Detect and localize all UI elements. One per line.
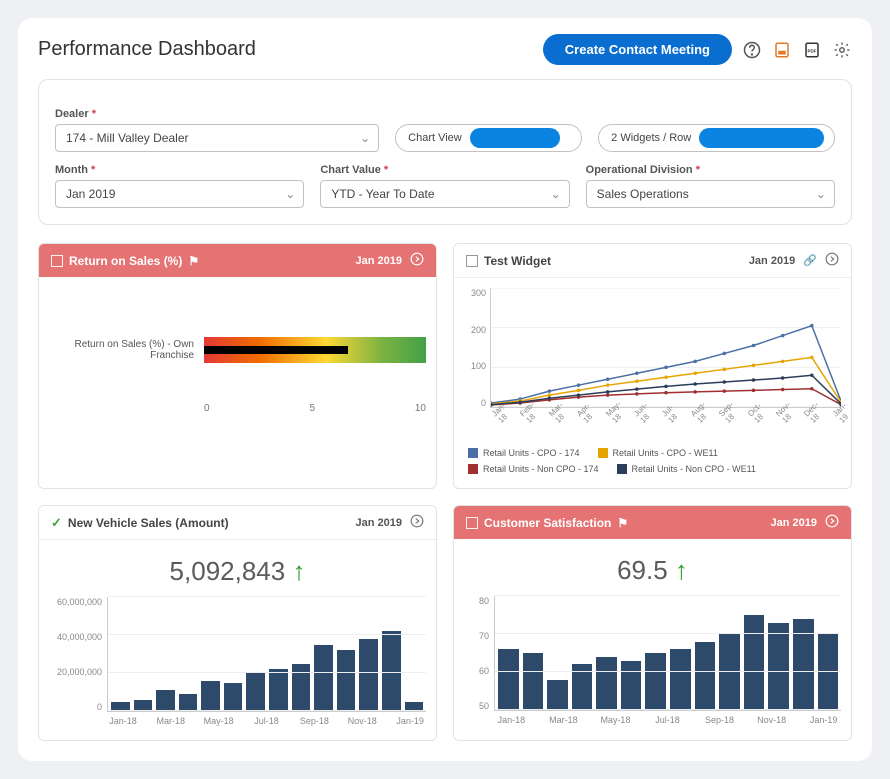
op-division-value: Sales Operations [597,187,689,201]
month-select[interactable]: Jan 2019 ⌄ [55,180,304,208]
legend-item: Retail Units - Non CPO - 174 [483,464,599,474]
widget-header: ✓ New Vehicle Sales (Amount) Jan 2019 [39,506,436,540]
chart-value-select[interactable]: YTD - Year To Date ⌄ [320,180,569,208]
dashboard-card: Performance Dashboard Create Contact Mee… [18,18,872,761]
bullet-axis: 0510 [204,403,426,414]
bar-chart [494,596,841,711]
metric-value: 5,092,843 ↑ [49,556,426,587]
chart-value-label: Chart Value * [320,164,569,176]
expand-icon[interactable] [825,514,839,531]
line-legend: Retail Units - CPO - 174 Retail Units - … [464,448,841,474]
month-value: Jan 2019 [66,187,115,201]
legend-item: Retail Units - Non CPO - WE11 [632,464,756,474]
widget-body: 69.5 ↑ 80706050 Jan-18Mar-18May-18Jul-18… [454,539,851,740]
widget-test: Test Widget Jan 2019 🔗 3002001000 Jan-18… [453,243,852,489]
legend-item: Retail Units - CPO - WE11 [613,448,718,458]
legend-item: Retail Units - CPO - 174 [483,448,580,458]
top-actions: Create Contact Meeting PDF [543,34,852,65]
bar-x-axis: Jan-18Mar-18May-18Jul-18Sep-18Nov-18Jan-… [107,716,426,726]
flag-icon[interactable]: ⚑ [617,516,628,530]
chart-value-value: YTD - Year To Date [331,187,434,201]
bar-y-axis: 80706050 [464,596,494,711]
page-title: Performance Dashboard [38,38,256,61]
bullet-chart [204,337,426,363]
widget-header: Return on Sales (%) ⚑ Jan 2019 [39,244,436,277]
dealer-label: Dealer * [55,108,379,120]
widgets-grid: Return on Sales (%) ⚑ Jan 2019 Return on… [38,243,852,741]
op-division-select[interactable]: Sales Operations ⌄ [586,180,835,208]
metric-value: 69.5 ↑ [464,555,841,586]
widget-header: Test Widget Jan 2019 🔗 [454,244,851,278]
widget-checkbox[interactable] [466,255,478,267]
chart-value-filter: Chart Value * YTD - Year To Date ⌄ [320,164,569,208]
flag-icon[interactable]: ⚑ [188,254,199,268]
chevron-down-icon: ⌄ [285,187,295,201]
widget-new-vehicle-sales: ✓ New Vehicle Sales (Amount) Jan 2019 5,… [38,505,437,741]
link-icon[interactable]: 🔗 [803,254,817,267]
widget-customer-satisfaction: Customer Satisfaction ⚑ Jan 2019 69.5 ↑ … [453,505,852,741]
widget-title: Return on Sales (%) [69,254,182,268]
trend-up-icon: ↑ [292,556,305,586]
expand-icon[interactable] [410,252,424,269]
dealer-value: 174 - Mill Valley Dealer [66,131,189,145]
bar-chart [107,597,426,712]
line-chart [490,288,841,408]
month-filter: Month * Jan 2019 ⌄ [55,164,304,208]
export-pdf-icon[interactable]: PDF [802,40,822,60]
widget-period: Jan 2019 [771,517,817,529]
toggle-knob [699,128,824,148]
svg-text:PDF: PDF [808,48,817,53]
widget-title: Test Widget [484,254,551,268]
dealer-select[interactable]: 174 - Mill Valley Dealer ⌄ [55,124,379,152]
widget-title: Customer Satisfaction [484,516,611,530]
widgets-per-row-label: 2 Widgets / Row [611,132,691,144]
bar-x-axis: Jan-18Mar-18May-18Jul-18Sep-18Nov-18Jan-… [494,715,841,725]
widget-checkbox[interactable] [466,517,478,529]
widget-body: Return on Sales (%) - Own Franchise 0510 [39,277,436,488]
line-y-axis: 3002001000 [464,288,490,408]
bullet-label: Return on Sales (%) - Own Franchise [49,339,194,361]
checkmark-icon: ✓ [51,515,62,531]
op-division-filter: Operational Division * Sales Operations … [586,164,835,208]
chevron-down-icon: ⌄ [816,187,826,201]
toggle-knob [470,128,560,148]
line-x-axis: Jan-18Feb-18Mar-18Apr-18May-18Jun-18Jul-… [490,412,841,430]
widget-body: 5,092,843 ↑ 60,000,00040,000,00020,000,0… [39,540,436,740]
widget-period: Jan 2019 [356,255,402,267]
widget-period: Jan 2019 [749,255,795,267]
widget-return-on-sales: Return on Sales (%) ⚑ Jan 2019 Return on… [38,243,437,489]
top-bar: Performance Dashboard Create Contact Mee… [38,34,852,65]
chart-view-label: Chart View [408,132,462,144]
expand-icon[interactable] [410,514,424,531]
widget-period: Jan 2019 [356,517,402,529]
chart-view-toggle[interactable]: Chart View [395,124,582,152]
dealer-filter: Dealer * 174 - Mill Valley Dealer ⌄ [55,108,379,152]
expand-icon[interactable] [825,252,839,269]
widget-title: New Vehicle Sales (Amount) [68,516,229,530]
widget-header: Customer Satisfaction ⚑ Jan 2019 [454,506,851,539]
chevron-down-icon: ⌄ [551,187,561,201]
help-icon[interactable] [742,40,762,60]
gear-icon[interactable] [832,40,852,60]
create-contact-meeting-button[interactable]: Create Contact Meeting [543,34,732,65]
trend-up-icon: ↑ [675,555,688,585]
op-division-label: Operational Division * [586,164,835,176]
chevron-down-icon: ⌄ [360,131,370,145]
widget-body: 3002001000 Jan-18Feb-18Mar-18Apr-18May-1… [454,278,851,488]
bullet-value-bar [204,346,348,354]
bar-y-axis: 60,000,00040,000,00020,000,0000 [49,597,107,712]
month-label: Month * [55,164,304,176]
filters-panel: Dealer * 174 - Mill Valley Dealer ⌄ Char… [38,79,852,225]
widget-checkbox[interactable] [51,255,63,267]
export-orange-icon[interactable] [772,40,792,60]
widgets-per-row-toggle[interactable]: 2 Widgets / Row [598,124,835,152]
